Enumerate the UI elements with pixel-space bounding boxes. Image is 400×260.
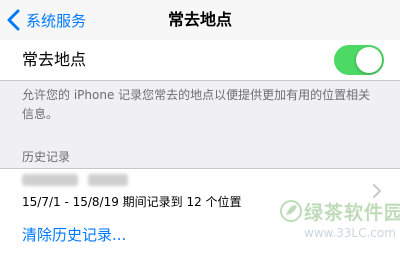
toggle-knob: [356, 47, 382, 73]
frequent-locations-row: 常去地点: [0, 40, 400, 81]
frequent-locations-description: 允许您的 iPhone 记录您常去的地点以便提供更加有用的位置相关信息。: [22, 88, 371, 121]
chevron-right-icon: [373, 184, 381, 198]
blurred-text: [22, 174, 78, 186]
history-entry-row[interactable]: 15/7/1 - 15/8/19 期间记录到 12 个位置: [0, 168, 400, 216]
clear-history-row: 清除历史记录...: [0, 215, 400, 260]
history-entry-detail: 15/7/1 - 15/8/19 期间记录到 12 个位置: [22, 195, 242, 209]
history-place-name: [22, 174, 128, 186]
frequent-locations-toggle[interactable]: [334, 45, 384, 75]
frequent-locations-label: 常去地点: [22, 50, 87, 69]
blurred-text: [88, 174, 128, 186]
history-section-header: 历史记录: [22, 150, 71, 164]
page-title: 常去地点: [167, 10, 232, 29]
clear-history-button[interactable]: 清除历史记录...: [22, 215, 126, 255]
navigation-bar: 系统服务 常去地点: [0, 0, 400, 41]
